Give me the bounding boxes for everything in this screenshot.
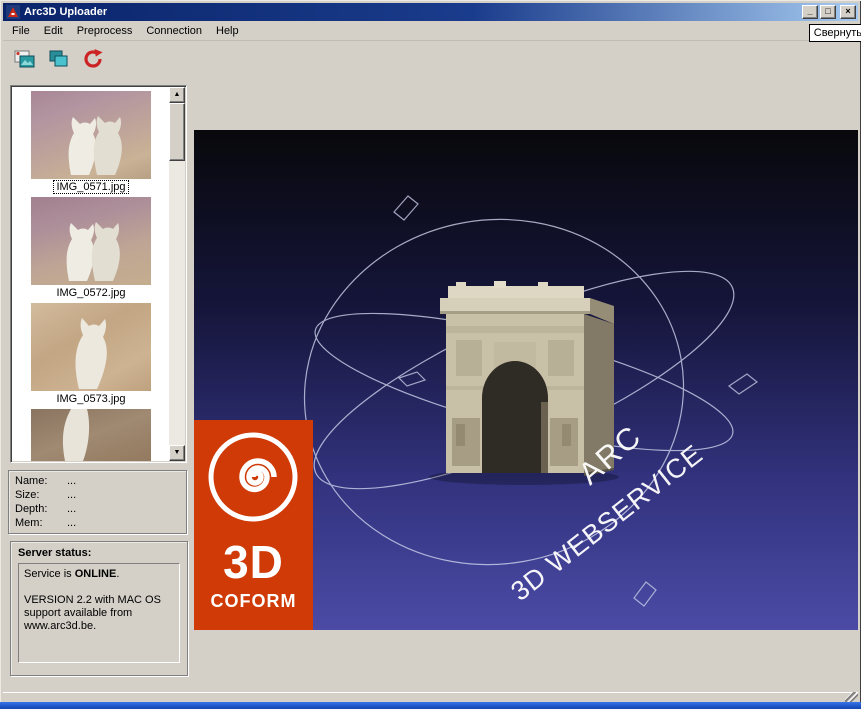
- image-list-content: IMG_0571.jpg IMG_0572.jpg IMG_0573.jpg: [13, 88, 169, 461]
- service-prefix: Service is: [24, 568, 75, 580]
- minimize-button-icon[interactable]: _: [802, 5, 818, 19]
- info-label: Name:: [15, 475, 48, 487]
- logo-3d-text: 3D: [223, 536, 284, 588]
- scrollbar-thumb[interactable]: [169, 103, 185, 161]
- service-line: Service is ONLINE.: [24, 568, 174, 581]
- thumbnail-image[interactable]: [31, 197, 151, 285]
- thumbnail-image[interactable]: [31, 409, 151, 461]
- scroll-down-icon[interactable]: ▼: [169, 445, 185, 461]
- info-label: Size:: [15, 489, 40, 501]
- info-value: ...: [67, 489, 77, 501]
- status-bar: [3, 692, 858, 702]
- cat-figurine-photo: [62, 409, 90, 461]
- resize-grip[interactable]: [845, 692, 858, 702]
- server-status-heading: Server status:: [18, 547, 92, 559]
- add-images-button[interactable]: [12, 47, 38, 71]
- duplicate-images-icon: [49, 50, 68, 66]
- info-row: Size: ...: [15, 488, 180, 502]
- list-scrollbar[interactable]: ▲ ▼: [169, 87, 185, 461]
- thumbnail-label[interactable]: IMG_0572.jpg: [53, 286, 128, 300]
- thumbnail-label[interactable]: IMG_0573.jpg: [53, 392, 128, 406]
- logo-coform-text: COFORM: [210, 591, 297, 611]
- service-suffix: .: [116, 568, 120, 580]
- menu-preprocess[interactable]: Preprocess: [70, 22, 140, 40]
- cat-figurines-photo: [68, 116, 122, 175]
- cat-figurine-photo: [75, 318, 107, 389]
- scroll-up-icon[interactable]: ▲: [169, 87, 185, 103]
- process-refresh-icon: [84, 48, 103, 68]
- image-info-panel: Name: ... Size: ... Depth: ... Mem: ...: [8, 470, 187, 534]
- list-item[interactable]: IMG_0573.jpg: [13, 303, 169, 406]
- info-label: Depth:: [15, 503, 48, 515]
- close-button-icon[interactable]: ×: [840, 5, 856, 19]
- app-window: Arc3D Uploader _ □ × File Edit Preproces…: [0, 0, 861, 709]
- maximize-button-icon[interactable]: □: [820, 5, 836, 19]
- info-row: Depth: ...: [15, 502, 180, 516]
- list-item[interactable]: IMG_0572.jpg: [13, 197, 169, 300]
- minimize-tooltip: Свернуть: [808, 24, 861, 42]
- info-label: Mem:: [15, 517, 43, 529]
- server-status-panel: Server status: Service is ONLINE. VERSIO…: [10, 541, 188, 676]
- info-value: ...: [67, 517, 77, 529]
- menu-help[interactable]: Help: [209, 22, 246, 40]
- version-text: VERSION 2.2 with MAC OS support availabl…: [24, 594, 161, 632]
- spiral-icon: [208, 432, 298, 522]
- thumbnail-image[interactable]: [31, 303, 151, 391]
- app-icon: [6, 5, 20, 19]
- server-status-message: Service is ONLINE. VERSION 2.2 with MAC …: [18, 563, 180, 663]
- coform-logo: 3D COFORM: [194, 420, 313, 630]
- thumbnail-image[interactable]: [31, 91, 151, 179]
- process-button[interactable]: [80, 47, 106, 71]
- info-row: Name: ...: [15, 474, 180, 488]
- menu-edit[interactable]: Edit: [37, 22, 70, 40]
- info-value: ...: [67, 475, 77, 487]
- duplicate-images-button[interactable]: [46, 47, 72, 71]
- list-item[interactable]: IMG_0571.jpg: [13, 91, 169, 194]
- menu-connection[interactable]: Connection: [139, 22, 209, 40]
- taskbar-edge: [0, 702, 861, 709]
- menu-file[interactable]: File: [5, 22, 37, 40]
- add-images-icon: [14, 50, 35, 67]
- info-value: ...: [67, 503, 77, 515]
- image-list: IMG_0571.jpg IMG_0572.jpg IMG_0573.jpg ▲…: [10, 85, 187, 463]
- toolbar: [3, 42, 858, 75]
- title-bar[interactable]: Arc3D Uploader _ □ ×: [3, 3, 858, 21]
- window-title: Arc3D Uploader: [24, 6, 108, 18]
- cat-figurines-photo: [66, 222, 120, 281]
- menu-bar: File Edit Preprocess Connection Help: [3, 21, 858, 41]
- service-state: ONLINE: [74, 568, 117, 580]
- thumbnail-label[interactable]: IMG_0571.jpg: [53, 180, 129, 194]
- info-row: Mem: ...: [15, 516, 180, 530]
- list-item[interactable]: [13, 409, 169, 461]
